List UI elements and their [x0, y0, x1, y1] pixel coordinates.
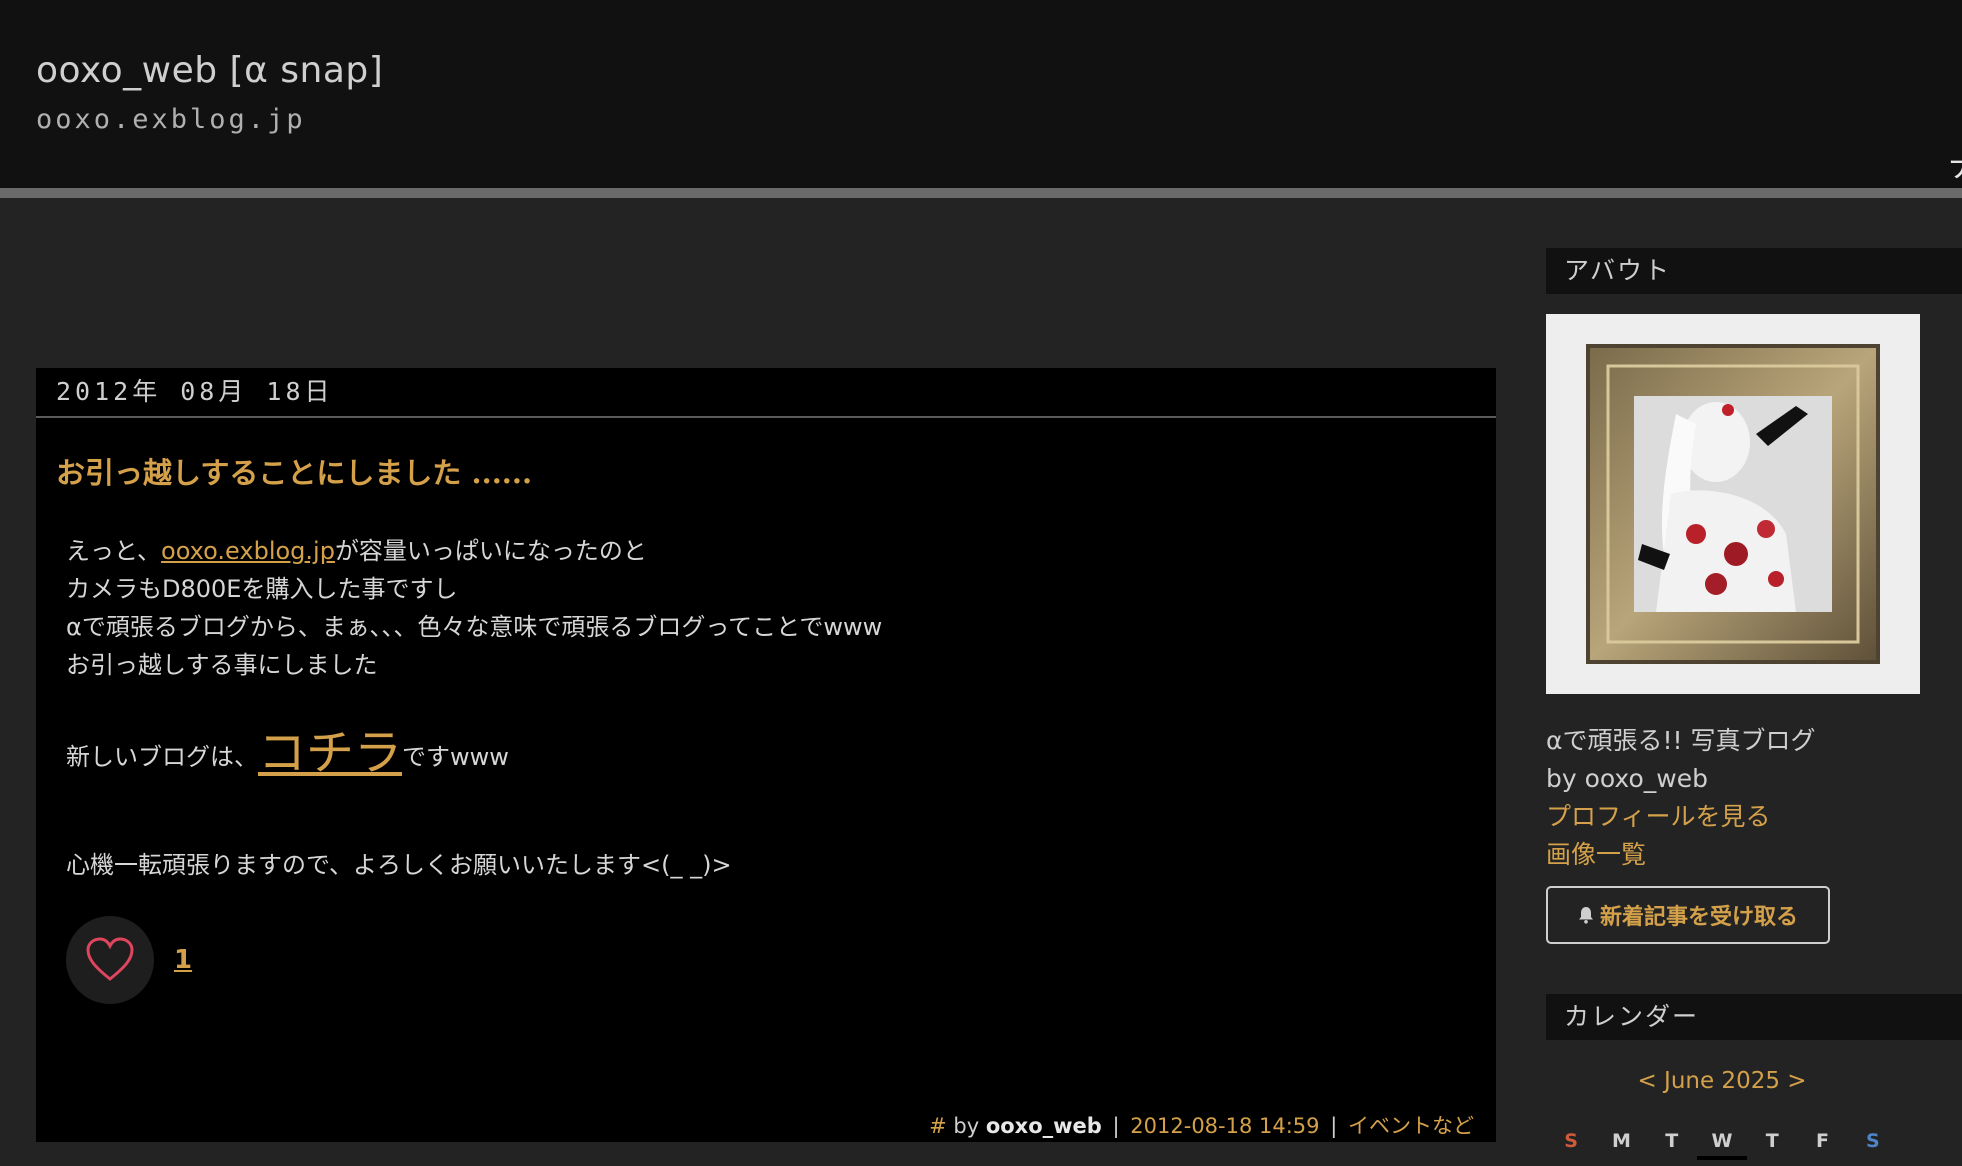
blog-byline: by ooxo_web [1546, 764, 1708, 793]
profile-link[interactable]: プロフィールを見る [1546, 798, 1815, 836]
footer-separator: | [1330, 1114, 1338, 1138]
calendar-month: June 2025 [1664, 1068, 1780, 1094]
weekday-friday: F [1816, 1130, 1830, 1152]
about-heading: アバウト [1546, 248, 1962, 294]
post-line-4: お引っ越しする事にしました [66, 651, 378, 679]
subscribe-label: 新着記事を受け取る [1599, 905, 1798, 930]
like-count[interactable]: 1 [174, 945, 192, 975]
post-line-1-suffix: が容量いっぱいになったのと [334, 537, 647, 565]
weekday-wednesday: W [1696, 1130, 1747, 1160]
weekday-monday: M [1611, 1130, 1631, 1152]
new-blog-link[interactable]: コチラ [258, 725, 402, 781]
post-title: お引っ越しすることにしました ...... [56, 456, 533, 490]
heart-icon [86, 937, 134, 981]
calendar-nav: < June 2025 > [1546, 1068, 1898, 1094]
profile-image[interactable] [1546, 314, 1920, 694]
subscribe-button[interactable]: 新着記事を受け取る [1546, 886, 1830, 944]
post-line-1-prefix: えっと、 [66, 537, 162, 565]
closing-line: 心機一転頑張りますので、よろしくお願いいたします<(_ _)> [66, 851, 732, 879]
calendar-weekday-row: S M T W T F S [1546, 1130, 1898, 1160]
about-text: αで頑張る!! 写真ブログ by ooxo_web プロフィールを見る 画像一覧 [1546, 722, 1815, 874]
calendar-prev-button[interactable]: < [1637, 1068, 1656, 1094]
permalink-hash[interactable]: # [929, 1114, 947, 1138]
image-list-link[interactable]: 画像一覧 [1546, 836, 1815, 874]
like-button[interactable] [66, 916, 154, 1004]
bell-icon [1578, 906, 1594, 924]
blog-description: αで頑張る!! 写真ブログ [1546, 726, 1816, 755]
footer-by: by [953, 1114, 980, 1138]
site-title[interactable]: ooxo_web [α snap] [36, 50, 383, 91]
new-blog-line: 新しいブログは、コチラですwww [66, 729, 882, 777]
weekday-thursday: T [1765, 1130, 1779, 1152]
calendar-heading: カレンダー [1546, 994, 1962, 1040]
footer-datetime-link[interactable]: 2012-08-18 14:59 [1130, 1114, 1319, 1138]
site-header: ooxo_web [α snap] ooxo.exblog.jp ナ [0, 0, 1962, 188]
old-blog-link[interactable]: ooxo.exblog.jp [161, 537, 335, 565]
footer-category-link[interactable]: イベントなど [1348, 1114, 1474, 1138]
weekday-sunday: S [1564, 1130, 1578, 1152]
post-line-1: えっと、ooxo.exblog.jpが容量いっぱいになったのと [66, 532, 882, 570]
footer-author: ooxo_web [985, 1114, 1102, 1138]
post-footer: # by ooxo_web | 2012-08-18 14:59 | イベントな… [929, 1110, 1474, 1140]
framed-portrait-picture [1546, 314, 1920, 694]
like-row: 1 [66, 916, 192, 1004]
blog-post: 2012年 08月 18日 お引っ越しすることにしました ...... えっと、… [36, 368, 1496, 1142]
weekday-saturday: S [1865, 1130, 1880, 1152]
post-body: えっと、ooxo.exblog.jpが容量いっぱいになったのと カメラもD800… [66, 532, 882, 884]
footer-separator: | [1112, 1114, 1120, 1138]
calendar-next-button[interactable]: > [1787, 1068, 1806, 1094]
header-edge-text[interactable]: ナ [1948, 142, 1962, 186]
post-date: 2012年 08月 18日 [36, 368, 1496, 418]
post-line-2: カメラもD800Eを購入した事ですし [66, 575, 458, 603]
new-blog-suffix: ですwww [402, 743, 509, 771]
new-blog-prefix: 新しいブログは、 [66, 743, 258, 771]
post-line-3: αで頑張るブログから、まぁ、、、色々な意味で頑張るブログってことでwww [66, 613, 883, 641]
header-divider [0, 188, 1962, 198]
site-url[interactable]: ooxo.exblog.jp [36, 104, 306, 135]
weekday-tuesday: T [1665, 1130, 1679, 1152]
